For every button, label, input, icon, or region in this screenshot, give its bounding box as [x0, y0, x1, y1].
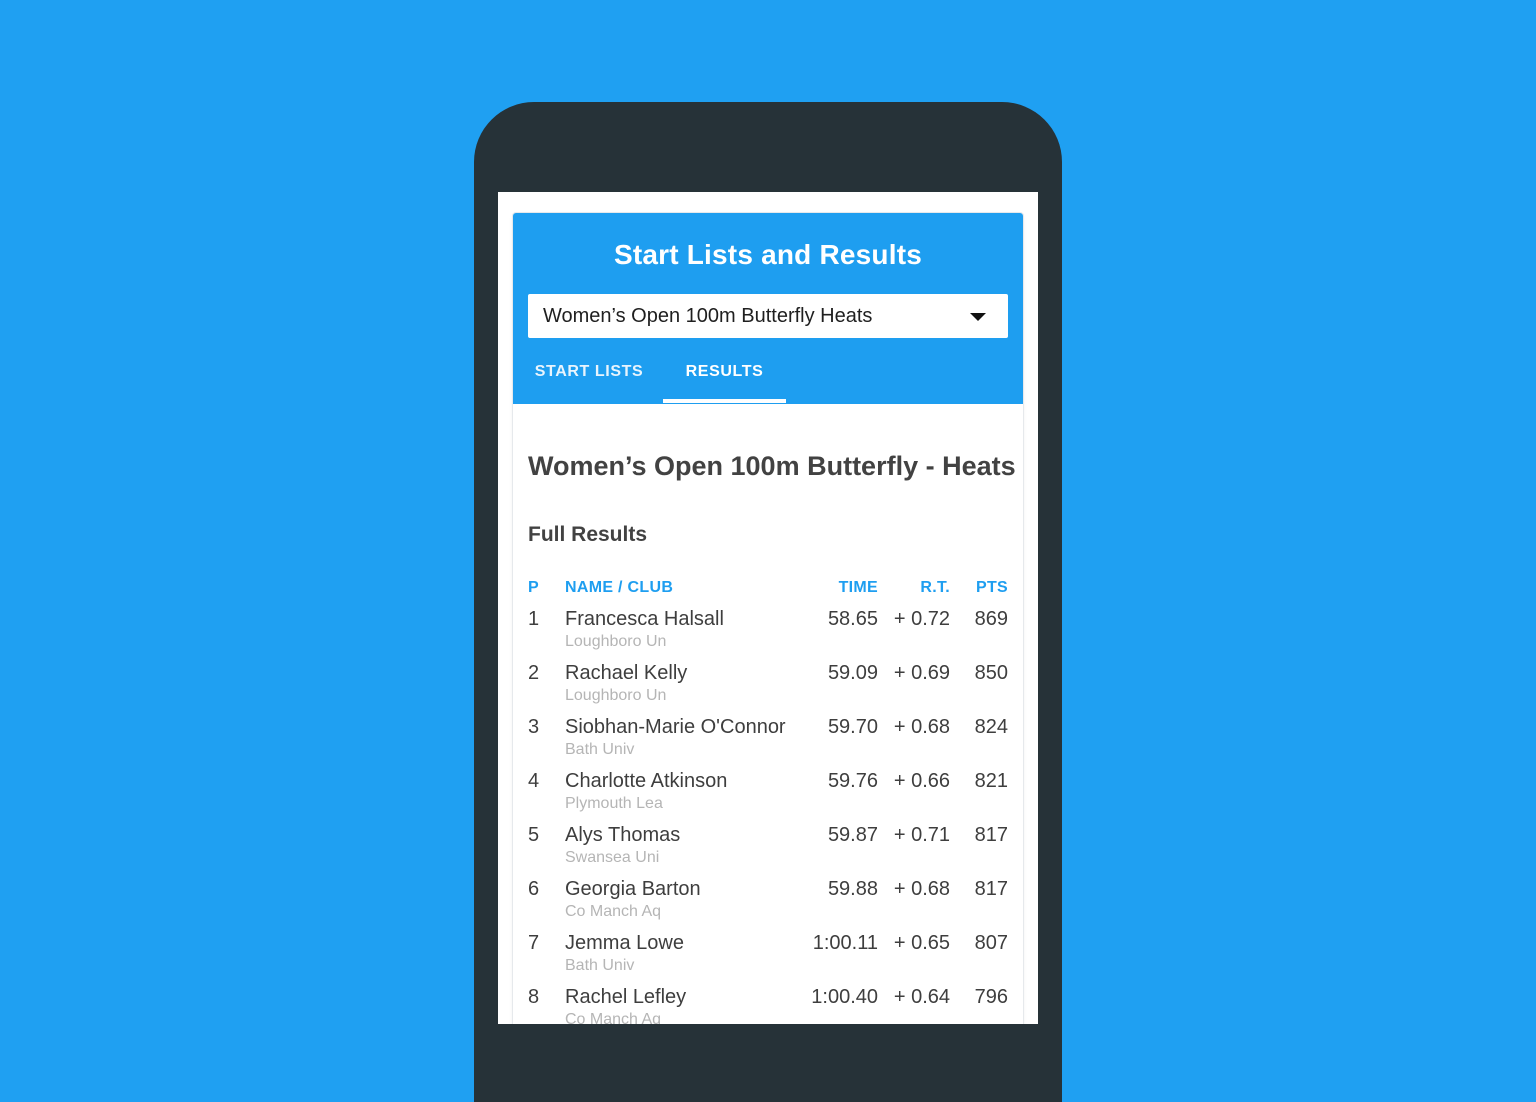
reaction-time: + 0.65 — [893, 932, 950, 954]
table-row[interactable]: 8 Rachel Lefley Co Manch Aq 1:00.40 + 0.… — [513, 986, 1023, 1024]
result-position: 3 — [528, 716, 540, 738]
result-position: 6 — [528, 878, 540, 900]
reaction-time: + 0.64 — [893, 986, 950, 1008]
swimmer-name: Georgia Barton — [565, 878, 701, 900]
reaction-time: + 0.68 — [893, 878, 950, 900]
swimmer-club: Bath Univ — [565, 741, 635, 758]
result-points: 796 — [974, 986, 1008, 1008]
swimmer-name: Charlotte Atkinson — [565, 770, 728, 792]
tab-results[interactable]: RESULTS — [663, 353, 786, 404]
swimmer-name: Jemma Lowe — [565, 932, 684, 954]
results-table: 1 Francesca Halsall Loughboro Un 58.65 +… — [513, 608, 1023, 1024]
swimmer-club: Plymouth Lea — [565, 795, 663, 812]
swimmer-club: Co Manch Aq — [565, 1011, 662, 1024]
swimmer-club: Swansea Uni — [565, 849, 660, 866]
result-position: 2 — [528, 662, 540, 684]
result-position: 8 — [528, 986, 540, 1008]
result-points: 821 — [974, 770, 1008, 792]
table-row[interactable]: 4 Charlotte Atkinson Plymouth Lea 59.76 … — [513, 770, 1023, 824]
result-time: 59.88 — [827, 878, 878, 900]
event-select[interactable]: Women’s Open 100m Butterfly Heats — [528, 294, 1008, 338]
column-header-reaction-time: R.T. — [920, 579, 950, 596]
result-time: 1:00.40 — [811, 986, 878, 1008]
swimmer-club: Bath Univ — [565, 957, 635, 974]
column-header-name-club: NAME / CLUB — [565, 579, 674, 596]
reaction-time: + 0.71 — [893, 824, 950, 846]
swimmer-name: Alys Thomas — [565, 824, 681, 846]
table-row[interactable]: 1 Francesca Halsall Loughboro Un 58.65 +… — [513, 608, 1023, 662]
phone-screen: Start Lists and Results Women’s Open 100… — [498, 192, 1038, 1024]
result-time: 58.65 — [827, 608, 878, 630]
result-points: 817 — [974, 824, 1008, 846]
results-card: Start Lists and Results Women’s Open 100… — [513, 213, 1023, 1024]
column-header-time: TIME — [838, 579, 878, 596]
table-row[interactable]: 6 Georgia Barton Co Manch Aq 59.88 + 0.6… — [513, 878, 1023, 932]
column-header-points: PTS — [975, 579, 1008, 596]
app-header: Start Lists and Results Women’s Open 100… — [513, 213, 1023, 404]
result-points: 817 — [974, 878, 1008, 900]
column-header-position: P — [528, 579, 539, 596]
section-title: Full Results — [528, 523, 648, 546]
swimmer-club: Loughboro Un — [565, 633, 667, 650]
result-points: 850 — [974, 662, 1008, 684]
event-title: Women’s Open 100m Butterfly - Heats — [528, 451, 1016, 481]
result-points: 807 — [974, 932, 1008, 954]
swimmer-name: Rachel Lefley — [565, 986, 687, 1008]
table-row[interactable]: 3 Siobhan-Marie O'Connor Bath Univ 59.70… — [513, 716, 1023, 770]
app-title: Start Lists and Results — [613, 239, 922, 270]
swimmer-name: Francesca Halsall — [565, 608, 724, 630]
swimmer-club: Co Manch Aq — [565, 903, 662, 920]
result-position: 5 — [528, 824, 540, 846]
event-select-value: Women’s Open 100m Butterfly Heats — [543, 305, 873, 327]
result-time: 59.70 — [827, 716, 878, 738]
result-time: 59.76 — [827, 770, 878, 792]
result-position: 4 — [528, 770, 540, 792]
swimmer-name: Rachael Kelly — [565, 662, 688, 684]
result-time: 1:00.11 — [812, 932, 878, 954]
reaction-time: + 0.68 — [893, 716, 950, 738]
swimmer-club: Loughboro Un — [565, 687, 667, 704]
result-time: 59.09 — [827, 662, 878, 684]
result-points: 869 — [974, 608, 1008, 630]
swimmer-name: Siobhan-Marie O'Connor — [565, 716, 786, 738]
result-time: 59.87 — [827, 824, 878, 846]
reaction-time: + 0.66 — [893, 770, 950, 792]
caret-down-icon — [970, 313, 986, 321]
reaction-time: + 0.72 — [893, 608, 950, 630]
active-tab-indicator — [663, 399, 786, 403]
reaction-time: + 0.69 — [893, 662, 950, 684]
result-points: 824 — [974, 716, 1008, 738]
result-position: 7 — [528, 932, 540, 954]
table-row[interactable]: 5 Alys Thomas Swansea Uni 59.87 + 0.71 8… — [513, 824, 1023, 878]
result-position: 1 — [528, 608, 540, 630]
tab-start-lists[interactable]: START LISTS — [527, 353, 651, 404]
table-row[interactable]: 7 Jemma Lowe Bath Univ 1:00.11 + 0.65 80… — [513, 932, 1023, 986]
table-row[interactable]: 2 Rachael Kelly Loughboro Un 59.09 + 0.6… — [513, 662, 1023, 716]
